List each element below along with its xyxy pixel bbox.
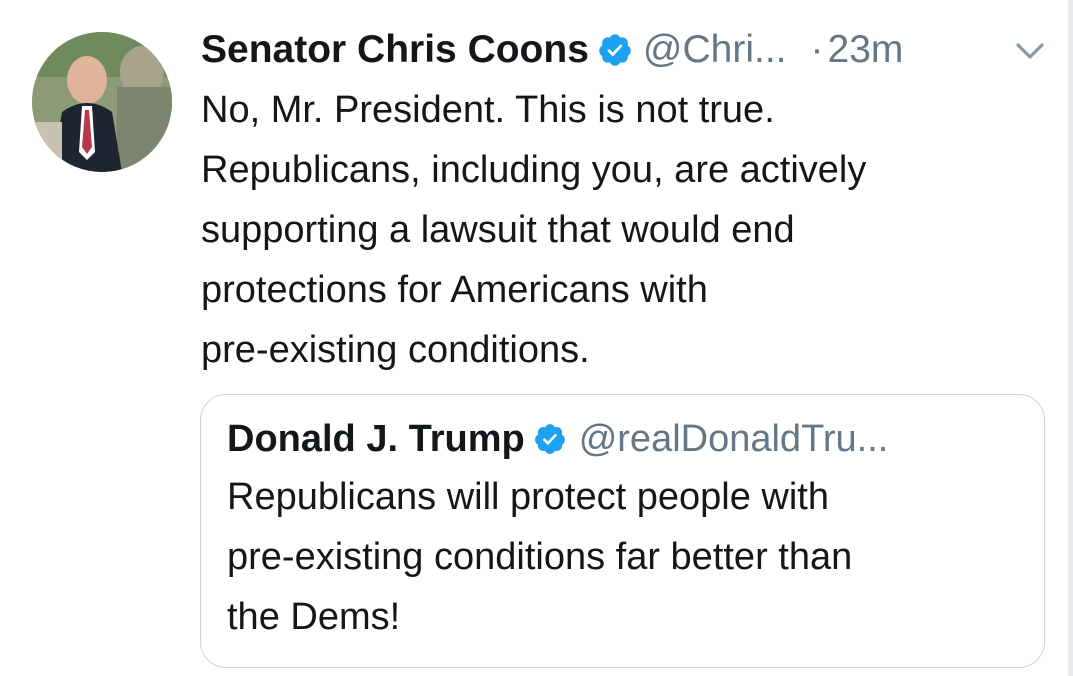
quoted-text-line: Republicans will protect people with [227,476,829,518]
author-name[interactable]: Senator Chris Coons [201,28,589,72]
scrollbar-track[interactable] [1068,0,1073,676]
tweet-header: Senator Chris Coons @Chri... · 23m [201,22,1061,78]
quoted-tweet-header: Donald J. Trump @realDonaldTru... [227,411,888,467]
quoted-author-name: Donald J. Trump [227,417,525,460]
timestamp[interactable]: 23m [828,28,904,72]
verified-badge-icon [597,32,633,68]
quoted-tweet-text: Republicans will protect people with pre… [227,467,1027,647]
tweet-text-line: protections for Americans with [201,269,708,311]
tweet-text-line: Republicans, including you, are actively [201,149,867,191]
tweet-text-line: pre-existing conditions. [201,329,590,371]
avatar[interactable] [32,32,172,172]
separator-dot: · [810,28,824,71]
tweet-text-line: supporting a lawsuit that would end [201,209,795,251]
tweet[interactable]: Senator Chris Coons @Chri... · 23m No, M… [0,0,1073,676]
quoted-text-line: the Dems! [227,596,401,638]
quoted-tweet-card[interactable]: Donald J. Trump @realDonaldTru... Republ… [200,394,1045,668]
tweet-text: No, Mr. President. This is not true. Rep… [201,80,1031,380]
verified-badge-icon [533,422,567,456]
avatar-photo [32,32,172,172]
author-handle[interactable]: @Chri... [643,28,787,72]
chevron-down-icon[interactable] [1012,36,1048,66]
quoted-text-line: pre-existing conditions far better than [227,536,853,578]
quoted-author-handle: @realDonaldTru... [578,417,889,460]
tweet-text-line: No, Mr. President. This is not true. [201,89,775,131]
